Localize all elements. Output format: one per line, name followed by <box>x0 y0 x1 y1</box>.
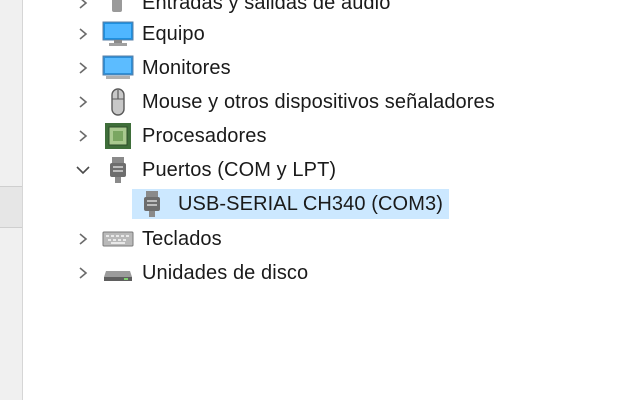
tree-item-procesadores[interactable]: Procesadores <box>72 121 267 151</box>
monitor-icon <box>102 55 134 81</box>
device-tree: Entradas y salidas de audio Equipo Monit… <box>22 0 633 400</box>
tree-item-label: USB-SERIAL CH340 (COM3) <box>178 192 443 215</box>
tree-item-puertos[interactable]: Puertos (COM y LPT) <box>72 155 336 185</box>
processor-icon <box>102 123 134 149</box>
tree-item-monitores[interactable]: Monitores <box>72 53 231 83</box>
tree-item-label: Unidades de disco <box>142 261 309 284</box>
chevron-right-icon[interactable] <box>72 129 94 143</box>
tree-item-usb-serial-ch340[interactable]: USB-SERIAL CH340 (COM3) <box>132 189 449 219</box>
chevron-right-icon[interactable] <box>72 95 94 109</box>
tree-item-label: Entradas y salidas de audio <box>142 0 391 14</box>
tree-item-mouse[interactable]: Mouse y otros dispositivos señaladores <box>72 87 495 117</box>
chevron-down-icon[interactable] <box>72 164 94 176</box>
pane-splitter[interactable] <box>0 186 22 228</box>
serial-port-icon <box>136 191 168 217</box>
tree-item-equipo[interactable]: Equipo <box>72 19 205 49</box>
tree-item-audio-io[interactable]: Entradas y salidas de audio <box>72 0 390 18</box>
audio-io-icon <box>102 0 134 16</box>
chevron-right-icon[interactable] <box>72 232 94 246</box>
tree-item-label: Monitores <box>142 56 231 79</box>
chevron-right-icon[interactable] <box>72 0 94 10</box>
computer-icon <box>102 21 134 47</box>
tree-item-label: Teclados <box>142 227 222 250</box>
tree-item-label: Procesadores <box>142 124 267 147</box>
tree-item-label: Puertos (COM y LPT) <box>142 158 337 181</box>
keyboard-icon <box>102 226 134 252</box>
disk-drive-icon <box>102 260 134 286</box>
tree-item-unidades-de-disco[interactable]: Unidades de disco <box>72 258 308 288</box>
chevron-right-icon[interactable] <box>72 61 94 75</box>
mouse-icon <box>102 88 134 116</box>
chevron-right-icon[interactable] <box>72 266 94 280</box>
tree-item-teclados[interactable]: Teclados <box>72 224 222 254</box>
left-pane-edge <box>0 0 23 400</box>
chevron-right-icon[interactable] <box>72 27 94 41</box>
tree-item-label: Equipo <box>142 22 205 45</box>
port-icon <box>102 157 134 183</box>
tree-item-label: Mouse y otros dispositivos señaladores <box>142 90 495 113</box>
